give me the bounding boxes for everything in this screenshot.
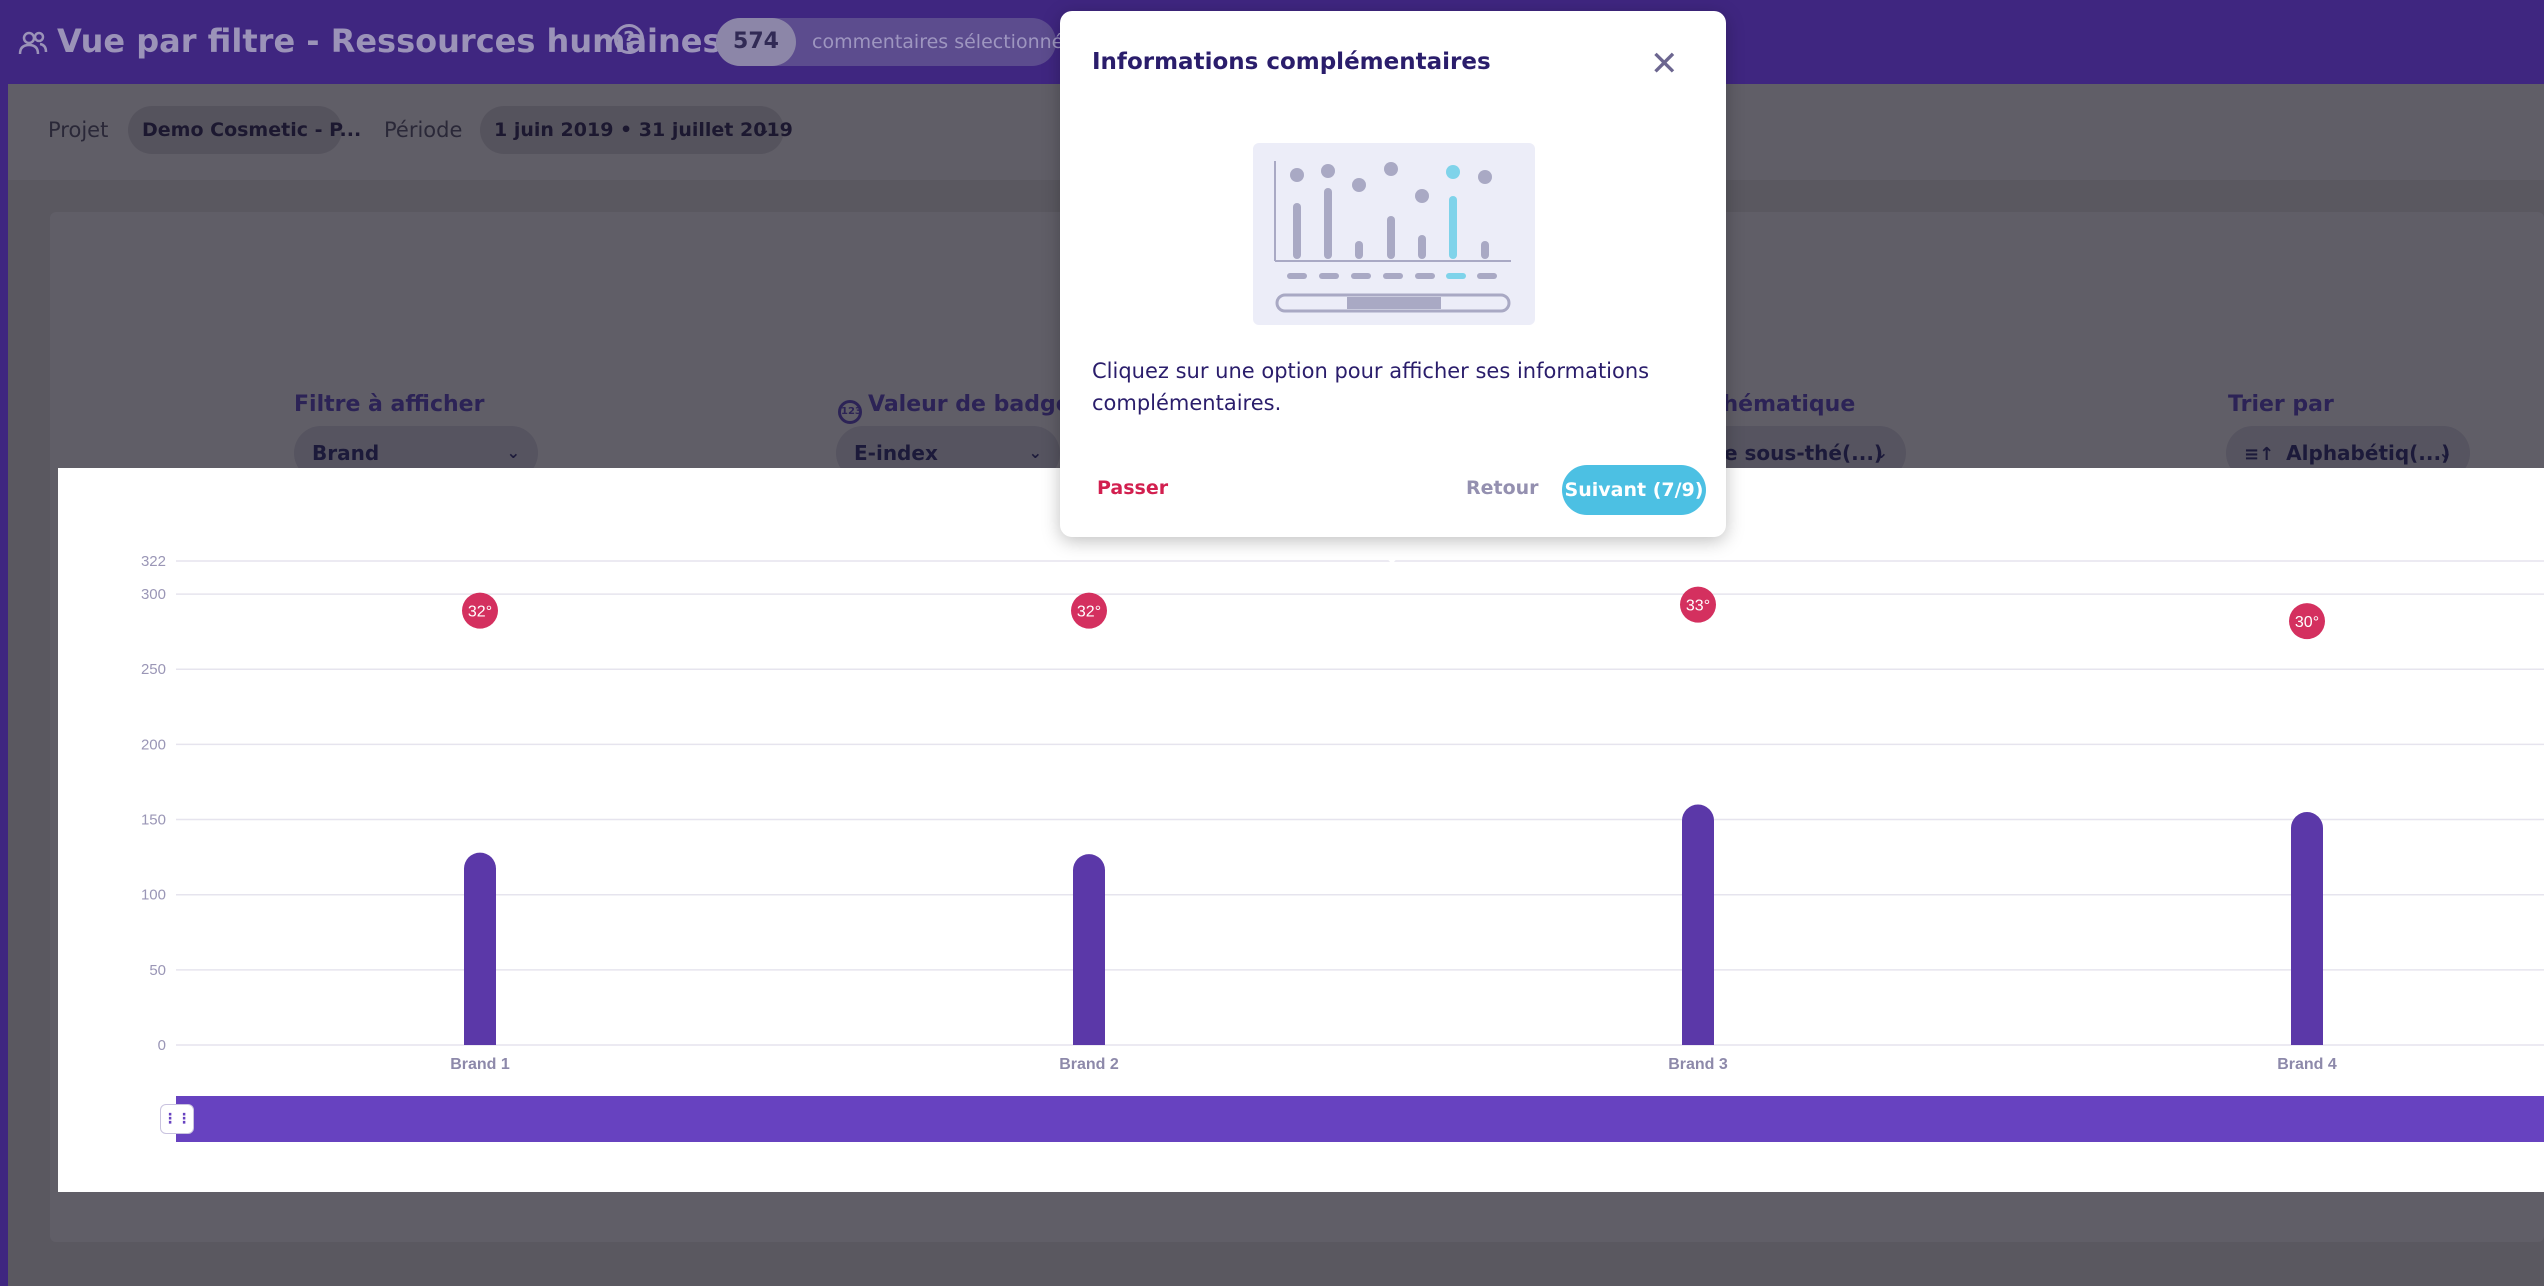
chart-scrollbar[interactable] xyxy=(176,1096,2544,1142)
y-tick-label: 322 xyxy=(141,553,166,570)
badge-label: 30° xyxy=(2295,614,2319,631)
drag-handle-icon[interactable]: ⋮⋮ xyxy=(160,1104,194,1134)
close-icon[interactable]: ✕ xyxy=(1650,47,1679,81)
x-tick-label: Brand 4 xyxy=(2277,1056,2337,1073)
badge-label: 32° xyxy=(468,604,492,621)
y-tick-label: 300 xyxy=(141,586,166,603)
skip-button[interactable]: Passer xyxy=(1097,477,1168,499)
chart-illustration xyxy=(1253,143,1535,325)
y-tick-label: 150 xyxy=(141,812,166,829)
badge-label: 33° xyxy=(1686,598,1710,615)
y-tick-label: 200 xyxy=(141,736,166,753)
bar xyxy=(2291,812,2323,1045)
next-button[interactable]: Suivant (7/9) xyxy=(1562,465,1706,515)
x-tick-label: Brand 1 xyxy=(450,1056,510,1073)
y-tick-label: 100 xyxy=(141,887,166,904)
modal-title: Informations complémentaires xyxy=(1092,49,1491,75)
y-tick-label: 0 xyxy=(158,1037,166,1054)
tour-modal: Informations complémentaires ✕ Cliquez s… xyxy=(1060,11,1726,537)
bar xyxy=(1682,804,1714,1045)
x-tick-label: Brand 3 xyxy=(1668,1056,1728,1073)
back-button[interactable]: Retour xyxy=(1466,477,1539,499)
badge-label: 32° xyxy=(1077,604,1101,621)
y-tick-label: 250 xyxy=(141,661,166,678)
modal-body: Cliquez sur une option pour afficher ses… xyxy=(1092,359,1650,415)
bar xyxy=(1073,854,1105,1045)
y-tick-label: 50 xyxy=(149,962,166,979)
bar xyxy=(464,852,496,1045)
x-tick-label: Brand 2 xyxy=(1059,1056,1119,1073)
